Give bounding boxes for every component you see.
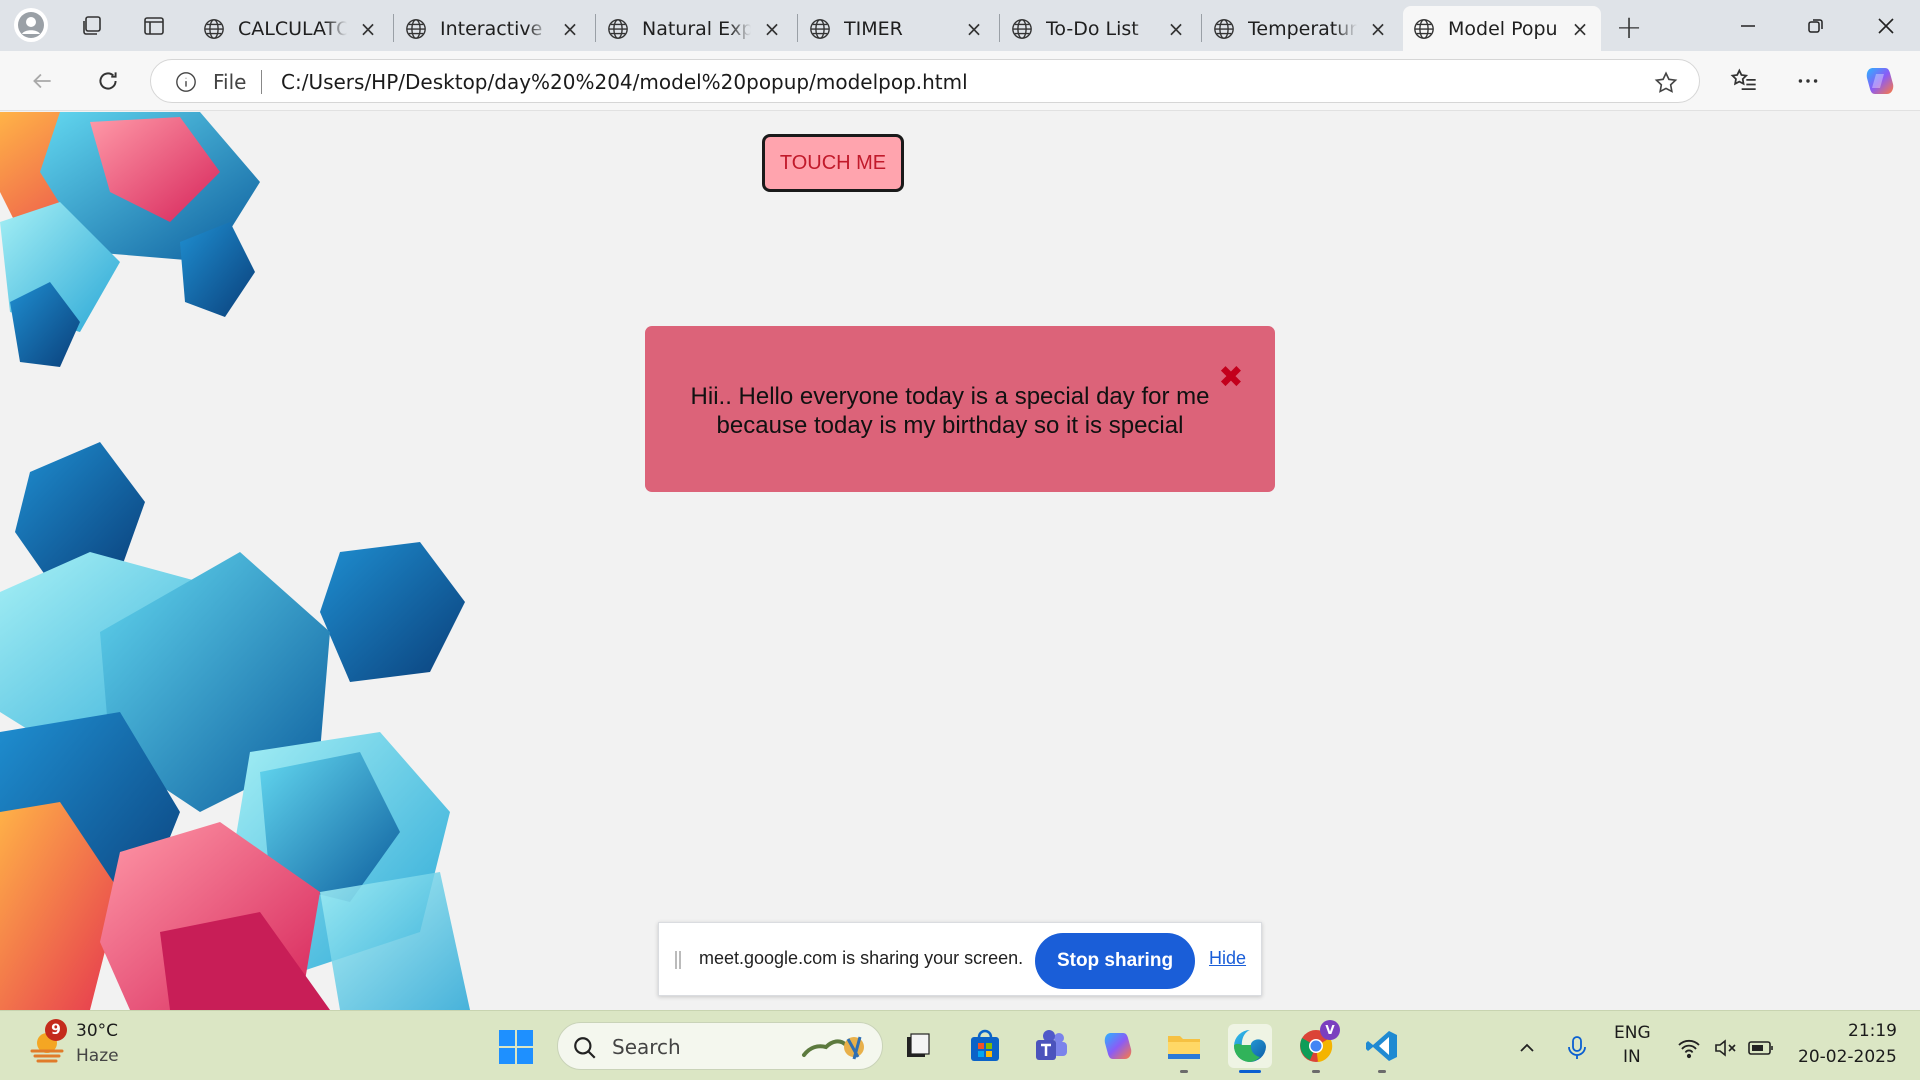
teams-icon[interactable] bbox=[1029, 1024, 1073, 1068]
globe-icon bbox=[204, 18, 224, 39]
scheme-label: File bbox=[213, 70, 247, 94]
back-arrow-icon[interactable] bbox=[24, 63, 60, 99]
close-window-icon[interactable] bbox=[1866, 8, 1906, 44]
url-text[interactable]: C:/Users/HP/Desktop/day%20%204/model%20p… bbox=[281, 70, 968, 94]
tab-divider bbox=[595, 14, 596, 42]
share-message: meet.google.com is sharing your screen. bbox=[699, 948, 1024, 968]
tab-timer[interactable]: TIMER × bbox=[799, 6, 995, 51]
copilot-icon[interactable] bbox=[1862, 63, 1898, 99]
minimize-icon[interactable] bbox=[1728, 8, 1768, 44]
tab-interactive[interactable]: Interactive Co × bbox=[395, 6, 591, 51]
globe-icon bbox=[406, 18, 426, 39]
hide-link[interactable]: Hide bbox=[1209, 948, 1246, 969]
drag-handle-icon[interactable] bbox=[675, 951, 681, 969]
tab-divider bbox=[797, 14, 798, 42]
tab-label: Interactive Co bbox=[440, 17, 549, 40]
microsoft-store-icon[interactable] bbox=[963, 1024, 1007, 1068]
file-explorer-icon[interactable] bbox=[1162, 1024, 1206, 1073]
globe-icon bbox=[810, 18, 830, 39]
close-tab-icon[interactable]: × bbox=[963, 17, 985, 41]
weather-badge: 9 bbox=[45, 1019, 67, 1041]
weather-temperature[interactable]: 30°C bbox=[76, 1021, 118, 1041]
popup-message: Hii.. Hello everyone today is a special … bbox=[690, 383, 1210, 439]
tab-calculator[interactable]: CALCULATOR × bbox=[193, 6, 389, 51]
microphone-icon[interactable] bbox=[1562, 1033, 1592, 1063]
windows-start-icon[interactable] bbox=[498, 1029, 534, 1065]
close-tab-icon[interactable]: × bbox=[761, 17, 783, 41]
page-viewport: TOUCH ME Hii.. Hello everyone today is a… bbox=[0, 112, 1920, 1010]
tab-label: TIMER bbox=[844, 17, 903, 40]
profile-avatar-icon[interactable] bbox=[14, 8, 48, 42]
globe-icon bbox=[608, 18, 628, 39]
taskbar-search-box[interactable]: Search bbox=[557, 1022, 883, 1070]
more-options-icon[interactable] bbox=[1790, 63, 1826, 99]
tab-temperature[interactable]: Temperature C × bbox=[1203, 6, 1399, 51]
close-popup-icon[interactable]: ✖ bbox=[1217, 363, 1245, 393]
close-tab-icon[interactable]: × bbox=[1165, 17, 1187, 41]
address-divider bbox=[261, 70, 262, 94]
browser-toolbar: File C:/Users/HP/Desktop/day%20%204/mode… bbox=[0, 51, 1920, 111]
search-highlight-icon bbox=[802, 1036, 864, 1060]
running-indicator bbox=[1378, 1070, 1386, 1073]
globe-icon bbox=[1214, 18, 1234, 39]
tab-divider bbox=[1201, 14, 1202, 42]
edge-browser-icon[interactable] bbox=[1228, 1024, 1272, 1073]
background-cubes-art bbox=[0, 112, 470, 1010]
tab-label: Model Popup bbox=[1448, 17, 1559, 40]
tab-divider bbox=[999, 14, 1000, 42]
speaker-muted-icon[interactable] bbox=[1710, 1033, 1740, 1063]
search-placeholder: Search bbox=[612, 1035, 681, 1059]
touch-me-button[interactable]: TOUCH ME bbox=[762, 134, 904, 192]
clock-time[interactable]: 21:19 bbox=[1848, 1021, 1897, 1041]
tab-natural-explorer[interactable]: Natural Explo × bbox=[597, 6, 793, 51]
restore-icon[interactable] bbox=[1796, 8, 1836, 44]
chrome-icon[interactable]: V bbox=[1294, 1020, 1340, 1073]
battery-icon[interactable] bbox=[1746, 1033, 1776, 1063]
tab-divider bbox=[393, 14, 394, 42]
tab-label: To-Do List bbox=[1046, 17, 1139, 40]
tab-label: CALCULATOR bbox=[238, 17, 347, 40]
windows-taskbar: 9 30°C Haze Search V ENG IN 21:19 20-02-… bbox=[0, 1010, 1920, 1080]
workspaces-icon[interactable] bbox=[78, 12, 106, 40]
tab-model-popup[interactable]: Model Popup × bbox=[1403, 6, 1601, 51]
active-indicator bbox=[1239, 1070, 1261, 1073]
close-tab-icon[interactable]: × bbox=[559, 17, 581, 41]
tab-label: Temperature C bbox=[1248, 17, 1357, 40]
vscode-icon[interactable] bbox=[1360, 1024, 1404, 1073]
wifi-icon[interactable] bbox=[1674, 1033, 1704, 1063]
refresh-icon[interactable] bbox=[90, 63, 126, 99]
close-tab-icon[interactable]: × bbox=[357, 17, 379, 41]
language-indicator[interactable]: ENG bbox=[1614, 1023, 1651, 1043]
stop-sharing-button[interactable]: Stop sharing bbox=[1035, 933, 1195, 989]
info-icon[interactable] bbox=[175, 71, 197, 93]
modal-popup: Hii.. Hello everyone today is a special … bbox=[645, 326, 1275, 492]
language-region[interactable]: IN bbox=[1623, 1047, 1641, 1067]
favorite-star-icon[interactable] bbox=[1653, 70, 1679, 96]
tab-todo-list[interactable]: To-Do List × bbox=[1001, 6, 1197, 51]
favorites-list-icon[interactable] bbox=[1726, 63, 1762, 99]
close-tab-icon[interactable]: × bbox=[1569, 17, 1591, 41]
copilot-app-icon[interactable] bbox=[1096, 1024, 1140, 1068]
browser-tab-strip: CALCULATOR × Interactive Co × Natural Ex… bbox=[0, 0, 1920, 51]
show-hidden-icons-chevron-icon[interactable] bbox=[1512, 1033, 1542, 1063]
running-indicator bbox=[1180, 1070, 1188, 1073]
new-tab-button[interactable]: + bbox=[1612, 8, 1646, 46]
chrome-profile-badge: V bbox=[1320, 1020, 1340, 1040]
weather-description[interactable]: Haze bbox=[76, 1046, 119, 1066]
clock-date[interactable]: 20-02-2025 bbox=[1798, 1047, 1897, 1067]
running-indicator bbox=[1312, 1070, 1320, 1073]
address-bar[interactable]: File C:/Users/HP/Desktop/day%20%204/mode… bbox=[150, 59, 1700, 103]
tab-actions-icon[interactable] bbox=[140, 12, 168, 40]
close-tab-icon[interactable]: × bbox=[1367, 17, 1389, 41]
globe-icon bbox=[1012, 18, 1032, 39]
task-view-icon[interactable] bbox=[896, 1024, 940, 1068]
screen-share-bar: meet.google.com is sharing your screen. … bbox=[658, 922, 1262, 996]
tab-label: Natural Explo bbox=[642, 17, 751, 40]
search-icon bbox=[574, 1037, 596, 1059]
globe-icon bbox=[1414, 18, 1434, 39]
